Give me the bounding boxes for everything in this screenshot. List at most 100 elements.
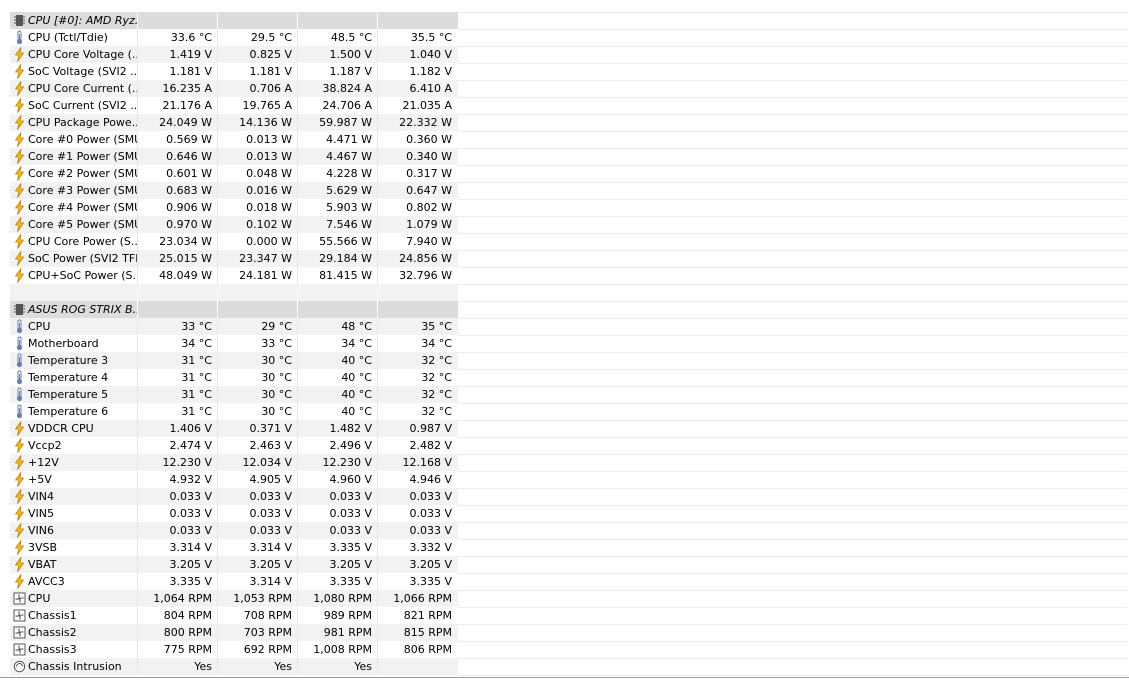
average-value-text: 22.332 W bbox=[399, 116, 452, 129]
lightning-bolt-icon bbox=[13, 183, 26, 198]
minimum-value: 0.706 A bbox=[218, 80, 296, 97]
column-divider bbox=[137, 301, 138, 318]
current-value: 31 °C bbox=[138, 403, 216, 420]
minimum-value-text: 30 °C bbox=[261, 405, 292, 418]
sensor-row[interactable]: Motherboard 34 °C 33 °C 34 °C 34 °C bbox=[10, 335, 458, 352]
sensor-name-cell: +5V bbox=[10, 471, 138, 488]
current-value: 1.181 V bbox=[138, 63, 216, 80]
average-value: 2.482 V bbox=[378, 437, 456, 454]
sensor-row[interactable]: Core #1 Power (SMU) 0.646 W 0.013 W 4.467 W… bbox=[10, 148, 458, 165]
minimum-value: 0.825 V bbox=[218, 46, 296, 63]
sensor-row[interactable]: Core #3 Power (SMU) 0.683 W 0.016 W 5.629 W… bbox=[10, 182, 458, 199]
average-value: 815 RPM bbox=[378, 624, 456, 641]
sensor-row[interactable]: CPU Core Power (S... 23.034 W 0.000 W 55.56… bbox=[10, 233, 458, 250]
sensor-row[interactable]: CPU Package Powe... 24.049 W 14.136 W 59.98… bbox=[10, 114, 458, 131]
maximum-value-text: 4.228 W bbox=[326, 167, 372, 180]
sensor-row[interactable]: Core #5 Power (SMU) 0.970 W 0.102 W 7.546 W… bbox=[10, 216, 458, 233]
current-value-text: 25.015 W bbox=[159, 252, 212, 265]
sensor-row[interactable]: Core #4 Power (SMU) 0.906 W 0.018 W 5.903 W… bbox=[10, 199, 458, 216]
sensor-row[interactable]: 3VSB 3.314 V 3.314 V 3.335 V 3.332 V bbox=[10, 539, 458, 556]
average-value: 3.332 V bbox=[378, 539, 456, 556]
maximum-value-text: 12.230 V bbox=[322, 456, 372, 469]
sensor-row[interactable]: SoC Current (SVI2 ... 21.176 A 19.765 A 24.… bbox=[10, 97, 458, 114]
current-value-text: 1.419 V bbox=[169, 48, 212, 61]
sensor-row[interactable]: CPU Core Voltage (... 1.419 V 0.825 V 1.500… bbox=[10, 46, 458, 63]
sensor-row[interactable]: Chassis Intrusion Yes Yes Yes bbox=[10, 658, 458, 675]
average-value: 32 °C bbox=[378, 403, 456, 420]
sensor-name: VIN6 bbox=[28, 524, 54, 537]
sensor-row[interactable]: VDDCR CPU 1.406 V 0.371 V 1.482 V 0.987 V bbox=[10, 420, 458, 437]
sensor-row[interactable]: Core #2 Power (SMU) 0.601 W 0.048 W 4.228 W… bbox=[10, 165, 458, 182]
minimum-value-text: 0.825 V bbox=[249, 48, 292, 61]
sensor-row[interactable]: VIN6 0.033 V 0.033 V 0.033 V 0.033 V bbox=[10, 522, 458, 539]
sensor-row[interactable]: VIN4 0.033 V 0.033 V 0.033 V 0.033 V bbox=[10, 488, 458, 505]
current-value-text: 24.049 W bbox=[159, 116, 212, 129]
sensor-row[interactable]: CPU Core Current (... 16.235 A 0.706 A 38.8… bbox=[10, 80, 458, 97]
maximum-value: 4.960 V bbox=[298, 471, 376, 488]
sensor-row[interactable]: CPU+SoC Power (S... 48.049 W 24.181 W 81.41… bbox=[10, 267, 458, 284]
sensor-name: Chassis3 bbox=[28, 643, 77, 656]
sensor-row[interactable]: CPU (Tctl/Tdie) 33.6 °C 29.5 °C 48.5 °C 35.5… bbox=[10, 29, 458, 46]
maximum-value-text: 38.824 A bbox=[322, 82, 372, 95]
average-value bbox=[378, 658, 456, 675]
sensor-row[interactable]: Temperature 6 31 °C 30 °C 40 °C 32 °C bbox=[10, 403, 458, 420]
column-divider bbox=[137, 284, 138, 301]
column-divider bbox=[377, 284, 378, 301]
sensor-row[interactable]: Vccp2 2.474 V 2.463 V 2.496 V 2.482 V bbox=[10, 437, 458, 454]
current-value: 23.034 W bbox=[138, 233, 216, 250]
sensor-row[interactable]: SoC Voltage (SVI2 ... 1.181 V 1.181 V 1.187… bbox=[10, 63, 458, 80]
sensor-row[interactable]: Temperature 5 31 °C 30 °C 40 °C 32 °C bbox=[10, 386, 458, 403]
sensor-row[interactable]: +5V 4.932 V 4.905 V 4.960 V 4.946 V bbox=[10, 471, 458, 488]
sensor-row[interactable]: Chassis2 800 RPM 703 RPM 981 RPM 815 RPM bbox=[10, 624, 458, 641]
minimum-value: 0.371 V bbox=[218, 420, 296, 437]
empty-area-gridline bbox=[458, 12, 1127, 13]
current-value-text: 23.034 W bbox=[159, 235, 212, 248]
sensor-group-header[interactable]: CPU [#0]: AMD Ryz... bbox=[10, 12, 458, 29]
average-value: 34 °C bbox=[378, 335, 456, 352]
current-value-text: 12.230 V bbox=[162, 456, 212, 469]
sensor-row[interactable]: Core #0 Power (SMU) 0.569 W 0.013 W 4.471 W… bbox=[10, 131, 458, 148]
sensor-row[interactable]: VBAT 3.205 V 3.205 V 3.205 V 3.205 V bbox=[10, 556, 458, 573]
average-value: 0.340 W bbox=[378, 148, 456, 165]
minimum-value: 0.033 V bbox=[218, 505, 296, 522]
current-value: 0.601 W bbox=[138, 165, 216, 182]
sensor-row[interactable]: CPU 1,064 RPM 1,053 RPM 1,080 RPM 1,066 RPM bbox=[10, 590, 458, 607]
average-value: 32.796 W bbox=[378, 267, 456, 284]
maximum-value-text: 1.482 V bbox=[329, 422, 372, 435]
minimum-value: 23.347 W bbox=[218, 250, 296, 267]
sensor-name-cell: Temperature 5 bbox=[10, 386, 138, 403]
sensor-row[interactable]: Chassis3 775 RPM 692 RPM 1,008 RPM 806 RPM bbox=[10, 641, 458, 658]
average-value-text: 0.317 W bbox=[406, 167, 452, 180]
sensor-row[interactable]: Temperature 4 31 °C 30 °C 40 °C 32 °C bbox=[10, 369, 458, 386]
maximum-value: 0.033 V bbox=[298, 488, 376, 505]
current-value: 16.235 A bbox=[138, 80, 216, 97]
sensor-row[interactable]: CPU 33 °C 29 °C 48 °C 35 °C bbox=[10, 318, 458, 335]
sensor-row[interactable]: Chassis1 804 RPM 708 RPM 989 RPM 821 RPM bbox=[10, 607, 458, 624]
current-value-text: 1,064 RPM bbox=[153, 592, 212, 605]
empty-area-gridline bbox=[458, 267, 1127, 268]
average-value-text: 0.987 V bbox=[409, 422, 452, 435]
current-value: 0.970 W bbox=[138, 216, 216, 233]
maximum-value: 59.987 W bbox=[298, 114, 376, 131]
sensor-group-header[interactable]: ASUS ROG STRIX B... bbox=[10, 301, 458, 318]
fan-icon bbox=[13, 591, 26, 606]
sensor-name: +12V bbox=[28, 456, 59, 469]
average-value: 1.079 W bbox=[378, 216, 456, 233]
minimum-value-text: 0.033 V bbox=[249, 490, 292, 503]
average-value-text: 0.360 W bbox=[406, 133, 452, 146]
sensor-row[interactable]: AVCC3 3.335 V 3.314 V 3.335 V 3.335 V bbox=[10, 573, 458, 590]
sensor-row[interactable]: VIN5 0.033 V 0.033 V 0.033 V 0.033 V bbox=[10, 505, 458, 522]
lightning-bolt-icon bbox=[13, 166, 26, 181]
empty-area-gridline bbox=[458, 522, 1127, 523]
sensor-row[interactable]: Temperature 3 31 °C 30 °C 40 °C 32 °C bbox=[10, 352, 458, 369]
sensor-name: Chassis1 bbox=[28, 609, 77, 622]
maximum-value-text: 3.335 V bbox=[329, 575, 372, 588]
average-value-text: 32.796 W bbox=[399, 269, 452, 282]
current-value: 33.6 °C bbox=[138, 29, 216, 46]
sensor-row[interactable]: SoC Power (SVI2 TFN) 25.015 W 23.347 W 29.1… bbox=[10, 250, 458, 267]
empty-area-gridline bbox=[458, 590, 1127, 591]
sensor-name: AVCC3 bbox=[28, 575, 65, 588]
minimum-value-text: 692 RPM bbox=[243, 643, 292, 656]
maximum-value: 24.706 A bbox=[298, 97, 376, 114]
sensor-row[interactable]: +12V 12.230 V 12.034 V 12.230 V 12.168 V bbox=[10, 454, 458, 471]
